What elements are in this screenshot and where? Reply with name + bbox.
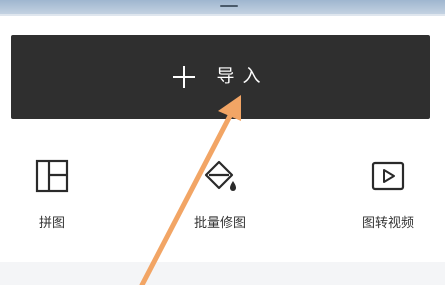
image-to-video-tool[interactable]: 图转视频 xyxy=(338,150,438,236)
import-button[interactable]: 导入 xyxy=(11,35,430,119)
batch-edit-label: 批量修图 xyxy=(193,216,246,231)
collage-icon xyxy=(35,159,69,193)
play-video-icon xyxy=(371,161,405,191)
image-to-video-label: 图转视频 xyxy=(361,216,414,231)
import-label: 导入 xyxy=(216,66,269,87)
plus-icon xyxy=(172,66,195,88)
drag-handle xyxy=(220,5,238,7)
collage-label: 拼图 xyxy=(38,216,65,231)
bottom-band xyxy=(0,262,445,285)
paint-bucket-icon xyxy=(204,160,236,191)
top-strip xyxy=(0,0,445,16)
collage-tool[interactable]: 拼图 xyxy=(2,150,102,236)
batch-edit-tool[interactable]: 批量修图 xyxy=(170,150,270,236)
divider-line xyxy=(0,14,445,16)
tool-row: 拼图 批量修图 图转视频 xyxy=(0,150,445,240)
